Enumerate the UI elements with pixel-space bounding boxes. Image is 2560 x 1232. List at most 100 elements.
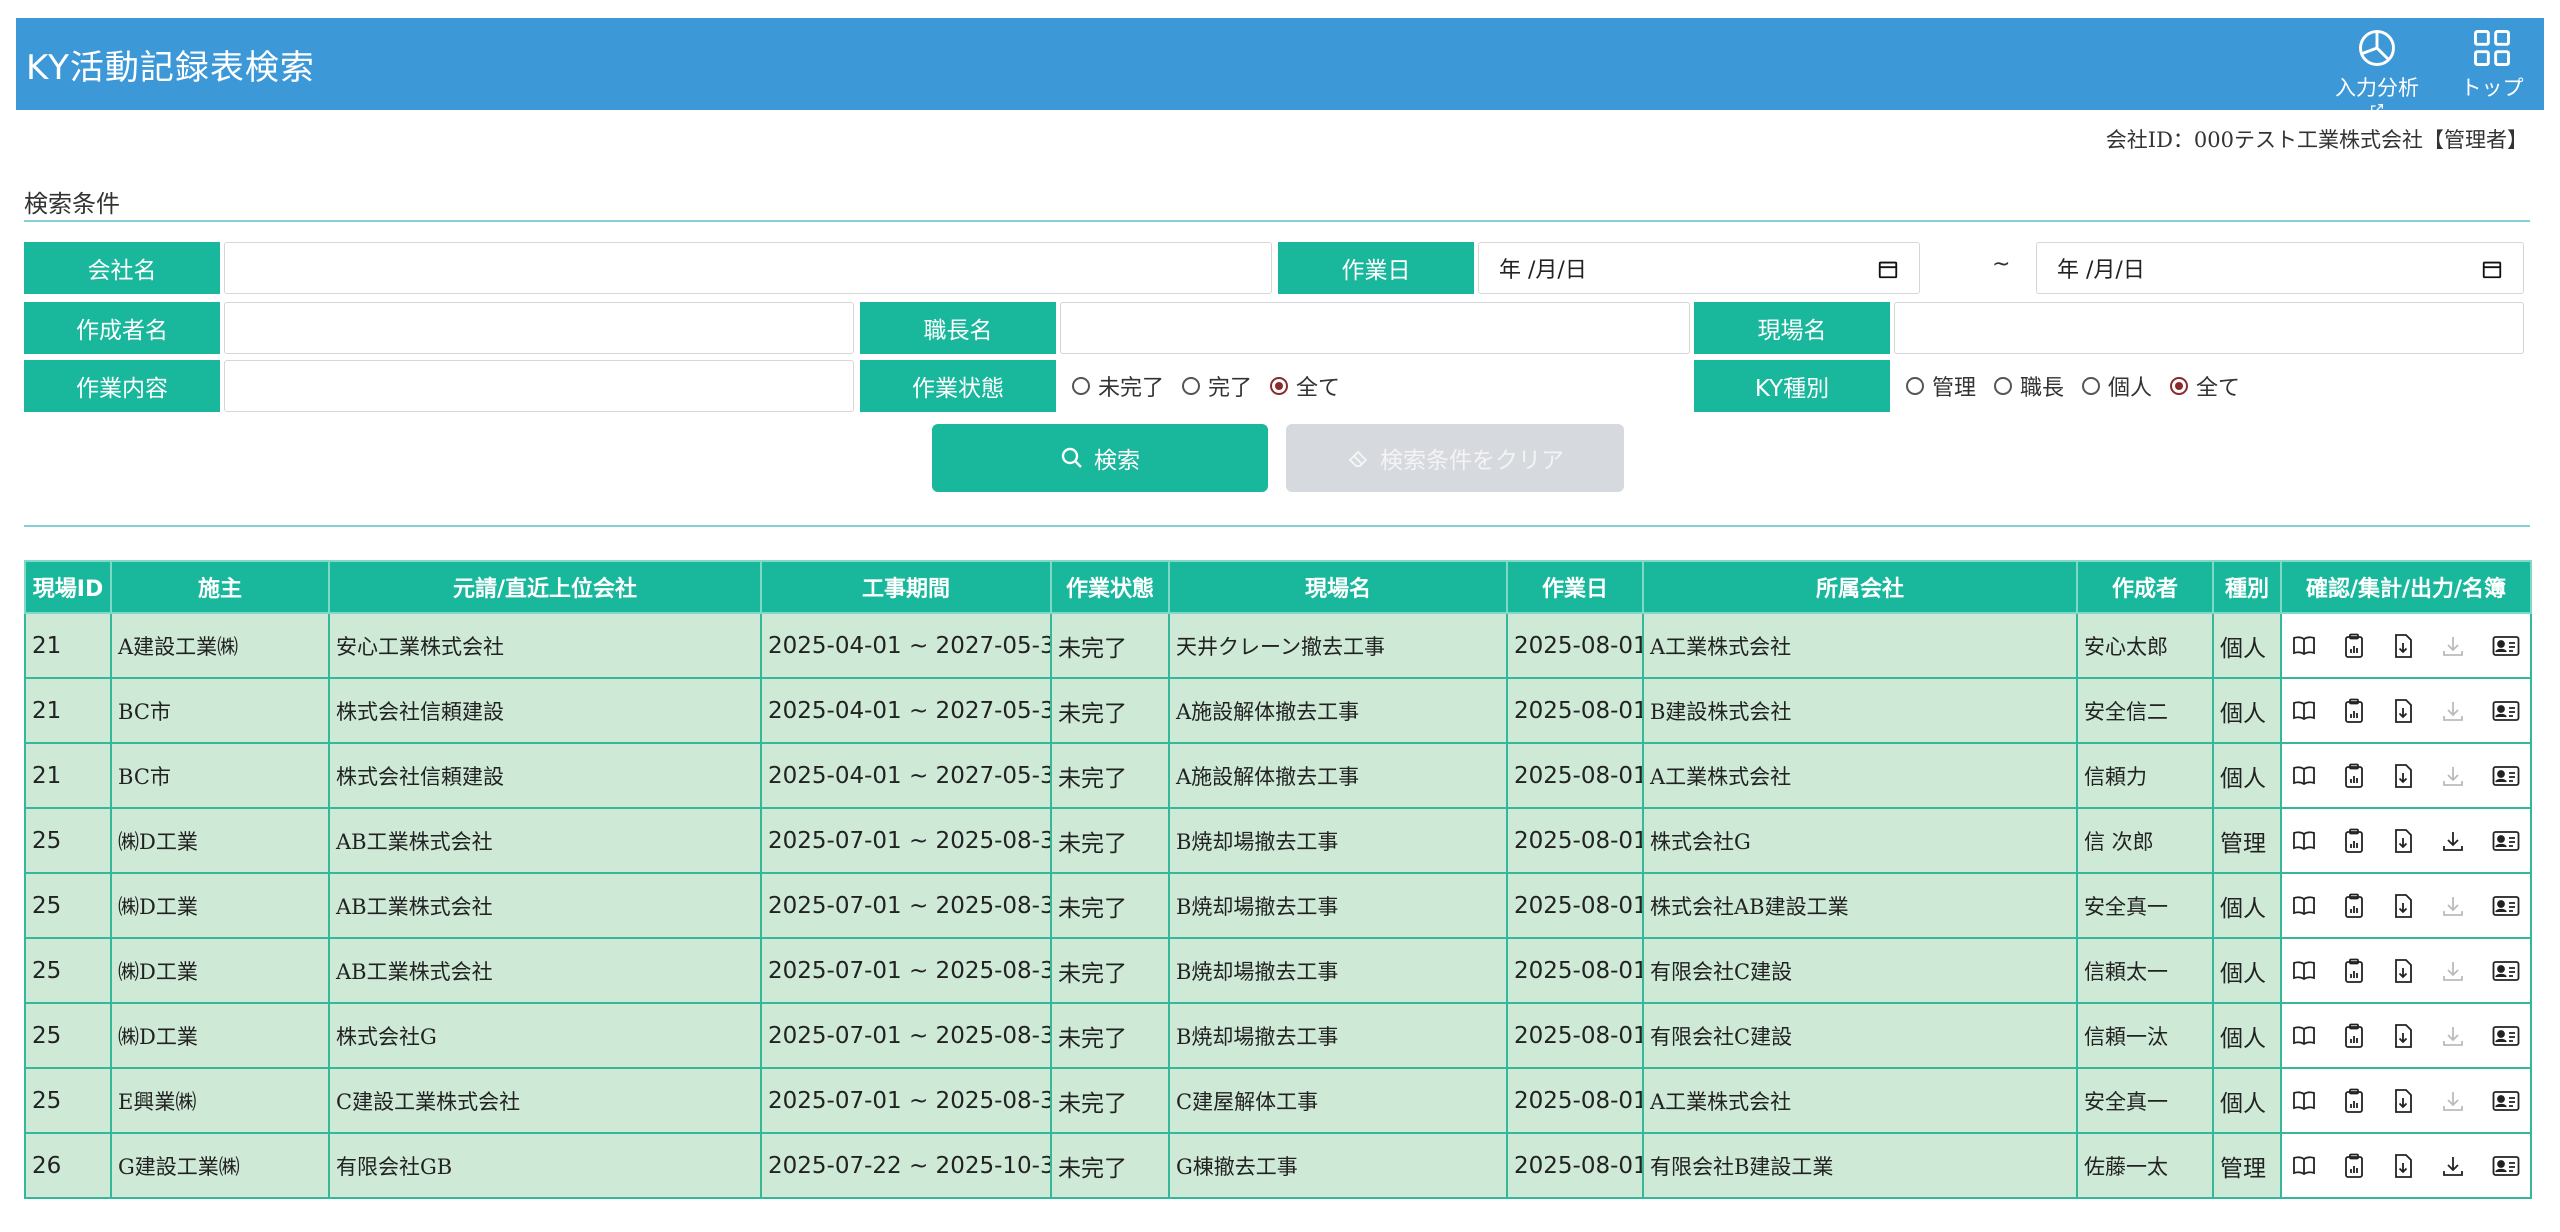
owner-cell: G建設工業㈱ <box>110 1132 330 1199</box>
clipboard-chart-icon[interactable] <box>2343 1088 2365 1114</box>
work-date-cell: 2025-08-01 <box>1506 1067 1644 1134</box>
clipboard-chart-icon[interactable] <box>2343 698 2365 724</box>
col-header-actions: 確認/集計/出力/名簿 <box>2280 560 2532 614</box>
status-complete-radio[interactable]: 完了 <box>1182 370 1252 402</box>
book-icon[interactable] <box>2292 1090 2316 1112</box>
affiliated-company-cell: 有限会社C建設 <box>1642 937 2078 1004</box>
document-download-icon[interactable] <box>2392 1153 2414 1179</box>
clipboard-chart-icon[interactable] <box>2343 893 2365 919</box>
table-row[interactable]: 26 G建設工業㈱ 有限会社GB 2025-07-22 ~ 2025-10-31 未完了… <box>24 1132 2532 1199</box>
type-cell: 個人 <box>2212 612 2282 679</box>
table-row[interactable]: 25 ㈱D工業 AB工業株式会社 2025-07-01 ~ 2025-08-30 未完了… <box>24 937 2532 1004</box>
clipboard-chart-icon[interactable] <box>2343 1153 2365 1179</box>
creator-cell: 安全信二 <box>2076 677 2214 744</box>
col-header-type[interactable]: 種別 <box>2212 560 2282 614</box>
work-date-cell: 2025-08-01 <box>1506 1002 1644 1069</box>
id-card-icon[interactable] <box>2492 1155 2520 1177</box>
document-download-icon[interactable] <box>2392 828 2414 854</box>
status-incomplete-radio[interactable]: 未完了 <box>1072 370 1164 402</box>
radio-circle <box>1906 377 1924 395</box>
document-download-icon[interactable] <box>2392 763 2414 789</box>
book-icon[interactable] <box>2292 1155 2316 1177</box>
row-actions-cell <box>2280 807 2532 874</box>
document-download-icon[interactable] <box>2392 633 2414 659</box>
owner-cell: ㈱D工業 <box>110 1002 330 1069</box>
col-header-owner[interactable]: 施主 <box>110 560 330 614</box>
book-icon[interactable] <box>2292 960 2316 982</box>
type-cell: 個人 <box>2212 677 2282 744</box>
radio-circle <box>1182 377 1201 395</box>
book-icon[interactable] <box>2292 700 2316 722</box>
document-download-icon[interactable] <box>2392 1023 2414 1049</box>
ky-individual-radio[interactable]: 個人 <box>2082 370 2152 402</box>
work-date-to-input[interactable]: 年 /月/日 <box>2036 242 2524 294</box>
table-row[interactable]: 25 ㈱D工業 AB工業株式会社 2025-07-01 ~ 2025-08-30 未完了… <box>24 807 2532 874</box>
status-all-radio[interactable]: 全て <box>1270 370 1340 402</box>
col-header-creator[interactable]: 作成者 <box>2076 560 2214 614</box>
book-icon[interactable] <box>2292 830 2316 852</box>
creator-name-input[interactable] <box>224 302 854 354</box>
id-card-icon[interactable] <box>2492 635 2520 657</box>
id-card-icon[interactable] <box>2492 960 2520 982</box>
row-actions-cell <box>2280 872 2532 939</box>
input-analysis-button[interactable]: 入力分析 <box>2312 26 2442 118</box>
clipboard-chart-icon[interactable] <box>2343 828 2365 854</box>
site-name-input[interactable] <box>1894 302 2524 354</box>
book-icon[interactable] <box>2292 895 2316 917</box>
book-icon[interactable] <box>2292 1025 2316 1047</box>
radio-label: 未完了 <box>1098 376 1165 401</box>
table-row[interactable]: 21 BC市 株式会社信頼建設 2025-04-01 ~ 2027-05-31 未完了 A… <box>24 742 2532 809</box>
col-header-prime-contractor[interactable]: 元請/直近上位会社 <box>328 560 762 614</box>
foreman-name-input[interactable] <box>1060 302 1690 354</box>
col-header-construction-period[interactable]: 工事期間 <box>760 560 1052 614</box>
table-row[interactable]: 25 E興業㈱ C建設工業株式会社 2025-07-01 ~ 2025-08-30 未完… <box>24 1067 2532 1134</box>
calendar-icon[interactable] <box>2481 258 2503 280</box>
document-download-icon[interactable] <box>2392 698 2414 724</box>
col-header-affiliated-company[interactable]: 所属会社 <box>1642 560 2078 614</box>
table-row[interactable]: 25 ㈱D工業 株式会社G 2025-07-01 ~ 2025-08-30 未完了 B焼却… <box>24 1002 2532 1069</box>
work-date-cell: 2025-08-01 <box>1506 612 1644 679</box>
radio-label: 全て <box>2196 376 2241 401</box>
ky-all-radio[interactable]: 全て <box>2170 370 2240 402</box>
clipboard-chart-icon[interactable] <box>2343 633 2365 659</box>
id-card-icon[interactable] <box>2492 765 2520 787</box>
book-icon[interactable] <box>2292 765 2316 787</box>
table-row[interactable]: 25 ㈱D工業 AB工業株式会社 2025-07-01 ~ 2025-08-30 未完了… <box>24 872 2532 939</box>
construction-period-cell: 2025-07-22 ~ 2025-10-31 <box>760 1132 1052 1199</box>
table-row[interactable]: 21 BC市 株式会社信頼建設 2025-04-01 ~ 2027-05-31 未完了 A… <box>24 677 2532 744</box>
col-header-work-date[interactable]: 作業日 <box>1506 560 1644 614</box>
calendar-icon[interactable] <box>1877 258 1899 280</box>
ky-management-radio[interactable]: 管理 <box>1906 370 1976 402</box>
document-download-icon[interactable] <box>2392 958 2414 984</box>
clipboard-chart-icon[interactable] <box>2343 958 2365 984</box>
col-header-work-status[interactable]: 作業状態 <box>1050 560 1170 614</box>
clipboard-chart-icon[interactable] <box>2343 1023 2365 1049</box>
search-button[interactable]: 検索 <box>932 424 1268 492</box>
work-date-cell: 2025-08-01 <box>1506 937 1644 1004</box>
work-content-input[interactable] <box>224 360 854 412</box>
radio-label: 完了 <box>1208 376 1253 401</box>
id-card-icon[interactable] <box>2492 1025 2520 1047</box>
col-header-site-name[interactable]: 現場名 <box>1168 560 1508 614</box>
company-name-input[interactable] <box>224 242 1272 294</box>
id-card-icon[interactable] <box>2492 830 2520 852</box>
document-download-icon[interactable] <box>2392 1088 2414 1114</box>
download-icon[interactable] <box>2441 829 2465 853</box>
results-divider <box>24 525 2530 527</box>
clipboard-chart-icon[interactable] <box>2343 763 2365 789</box>
ky-foreman-radio[interactable]: 職長 <box>1994 370 2064 402</box>
download-icon[interactable] <box>2441 1154 2465 1178</box>
id-card-icon[interactable] <box>2492 1090 2520 1112</box>
owner-cell: ㈱D工業 <box>110 807 330 874</box>
prime-contractor-cell: AB工業株式会社 <box>328 807 762 874</box>
table-row[interactable]: 21 A建設工業㈱ 安心工業株式会社 2025-04-01 ~ 2027-05-31 未… <box>24 612 2532 679</box>
affiliated-company-cell: 有限会社B建設工業 <box>1642 1132 2078 1199</box>
clear-conditions-button[interactable]: 検索条件をクリア <box>1286 424 1624 492</box>
col-header-site-id[interactable]: 現場ID <box>24 560 112 614</box>
document-download-icon[interactable] <box>2392 893 2414 919</box>
book-icon[interactable] <box>2292 635 2316 657</box>
id-card-icon[interactable] <box>2492 895 2520 917</box>
work-date-from-input[interactable]: 年 /月/日 <box>1478 242 1920 294</box>
id-card-icon[interactable] <box>2492 700 2520 722</box>
top-button[interactable]: トップ <box>2452 26 2532 102</box>
